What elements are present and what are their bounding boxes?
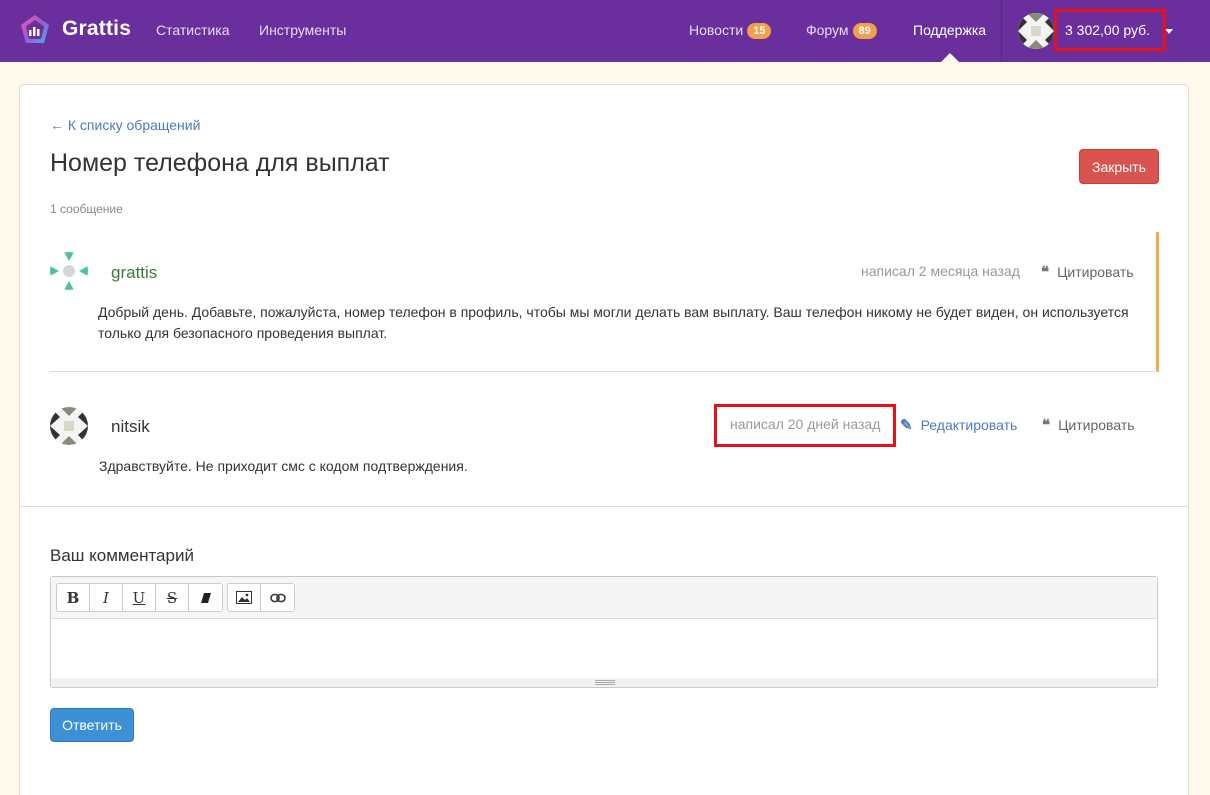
editor-toolbar: B I U S [51,577,1157,619]
insert-link-button[interactable] [261,584,294,611]
avatar-nitsik [50,407,88,445]
quote-icon: ❝ [1042,416,1051,434]
message-text: Добрый день. Добавьте, пожалуйста, номер… [98,304,1129,341]
nav-tools[interactable]: Инструменты [259,22,346,38]
message-item: grattis написал 2 месяца назад ❝ Цитирова… [50,232,1159,372]
close-ticket-button[interactable]: Закрыть [1079,149,1159,184]
nav-forum[interactable]: Форум 89 [806,22,877,39]
quote-icon: ❝ [1041,263,1050,281]
identicon-grattis [50,252,88,290]
user-avatar[interactable] [1018,13,1054,49]
clear-format-button[interactable] [189,584,222,611]
quote-label: Цитировать [1057,264,1134,280]
image-icon [236,591,252,604]
pencil-icon: ✎ [900,416,913,434]
balance-amount[interactable]: 3 302,00 руб. [1065,22,1150,38]
edit-label: Редактировать [920,417,1018,433]
insert-button-group [227,583,295,612]
section-divider [20,506,1188,507]
ticket-panel: ← К списку обращений Номер телефона для … [19,84,1189,795]
active-tab-indicator [941,53,959,62]
message-meta: написал 20 дней назад [730,416,881,432]
news-count-badge: 15 [747,23,772,39]
identicon-nitsik [50,407,88,445]
quote-button[interactable]: ❝ Цитировать [1041,263,1134,281]
message-meta: написал 2 месяца назад [861,263,1020,279]
strikethrough-button[interactable]: S [156,584,189,611]
reply-button[interactable]: Ответить [50,708,134,742]
resize-grip-icon [595,680,615,685]
resize-handle[interactable] [51,678,1157,687]
forum-count-badge: 89 [852,23,877,39]
link-icon [269,593,286,602]
identicon-user [1018,13,1054,49]
eraser-icon [200,592,211,603]
underline-button[interactable]: U [123,584,156,611]
nav-support[interactable]: Поддержка [913,22,986,38]
italic-button[interactable]: I [90,584,123,611]
brand-name[interactable]: Grattis [62,17,131,41]
message-author[interactable]: nitsik [111,417,150,437]
nav-news-label: Новости [689,22,744,38]
format-button-group: B I U S [56,583,223,612]
quote-button[interactable]: ❝ Цитировать [1042,416,1135,434]
message-author[interactable]: grattis [111,263,157,283]
quote-label: Цитировать [1058,417,1135,433]
nav-divider [1001,0,1002,62]
page-title: Номер телефона для выплат [50,149,390,177]
avatar-grattis [50,252,88,290]
nav-forum-label: Форум [806,22,849,38]
comment-editor: B I U S [50,576,1158,688]
back-to-tickets-link[interactable]: ← К списку обращений [50,117,200,133]
edit-button[interactable]: ✎ Редактировать [900,416,1017,434]
nav-statistics[interactable]: Статистика [156,22,230,38]
insert-image-button[interactable] [228,584,261,611]
caret-down-icon[interactable] [1165,29,1173,34]
message-text: Здравствуйте. Не приходит смс с кодом по… [99,458,468,474]
comment-textarea[interactable] [51,620,1157,680]
top-navbar: Grattis Статистика Инструменты Новости 15… [0,0,1210,62]
nav-news[interactable]: Новости 15 [689,22,772,39]
grattis-logo-icon[interactable] [18,13,52,47]
message-count: 1 сообщение [50,202,123,216]
bold-button[interactable]: B [57,584,90,611]
comment-label: Ваш комментарий [50,546,194,565]
